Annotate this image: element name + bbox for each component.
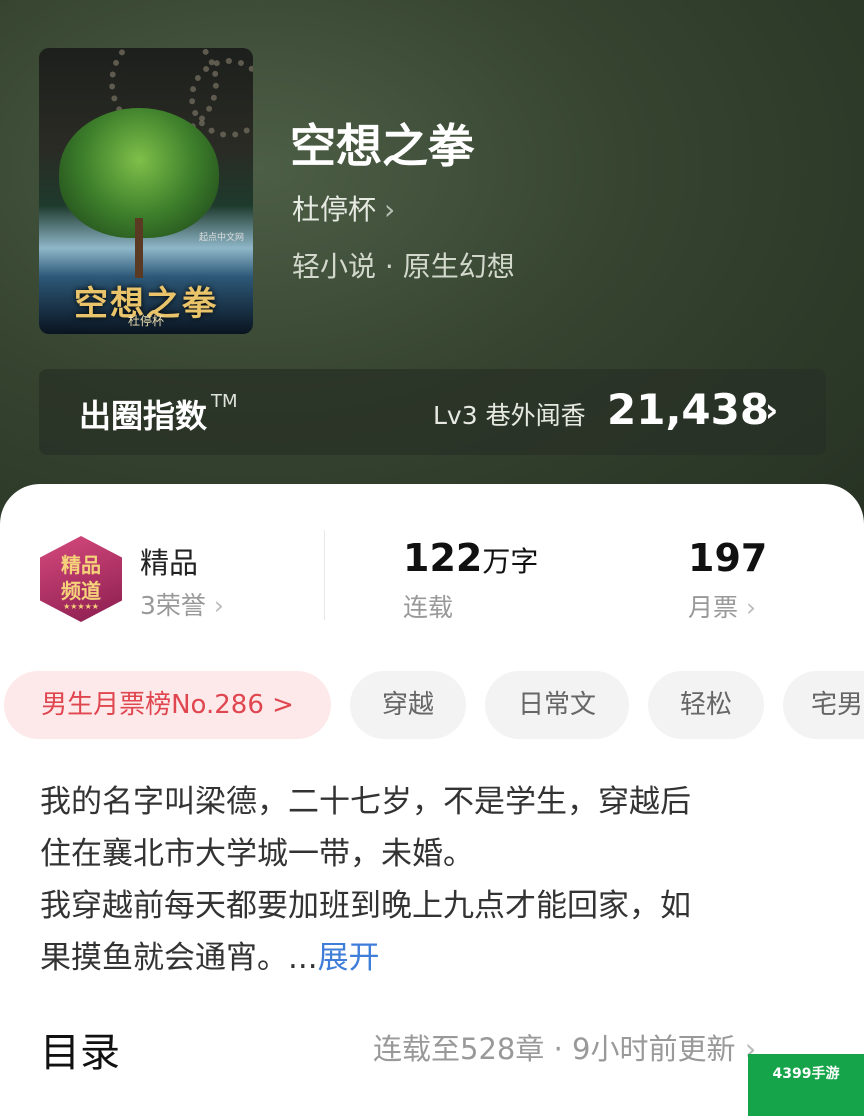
synopsis-line: 我穿越前每天都要加班到晚上九点才能回家，如 xyxy=(40,888,691,924)
toc-title[interactable]: 目录 xyxy=(40,1020,120,1078)
tag-item[interactable]: 轻松 xyxy=(648,671,764,739)
popularity-level: Lv3 巷外闻香 xyxy=(433,401,586,430)
honors-link[interactable]: 3荣誉 › xyxy=(140,586,224,622)
synopsis-line: 住在襄北市大学城一带，未婚。 xyxy=(40,836,474,872)
tag-item[interactable]: 穿越 xyxy=(350,671,466,739)
chevron-right-icon: › xyxy=(384,193,396,226)
popularity-index-label: 出圈指数 TM xyxy=(79,391,238,435)
tag-item[interactable]: 宅男 xyxy=(783,671,864,739)
book-synopsis[interactable]: 我的名字叫梁德，二十七岁，不是学生，穿越后 住在襄北市大学城一带，未婚。 我穿越… xyxy=(40,776,830,984)
monthly-ticket-count: 197 xyxy=(688,536,768,580)
book-genre: 轻小说 · 原生幻想 xyxy=(292,250,515,283)
badge-stars-icon: ★★★★★ xyxy=(63,602,99,611)
tag-item[interactable]: 日常文 xyxy=(485,671,629,739)
book-header: 起点中文网 空想之拳 杜停杯 空想之拳 杜停杯 › 轻小说 · 原生幻想 出圈指数… xyxy=(0,0,864,560)
watermark-logo: 4399手游 xyxy=(748,1054,864,1116)
word-count: 122万字 xyxy=(403,536,539,580)
author-link[interactable]: 杜停杯 › xyxy=(292,188,395,228)
author-name: 杜停杯 xyxy=(292,193,377,226)
quality-label[interactable]: 精品 xyxy=(140,540,198,582)
book-title: 空想之拳 xyxy=(290,119,474,173)
synopsis-line: 我的名字叫梁德，二十七岁，不是学生，穿越后 xyxy=(40,784,691,820)
badge-text: 精品 频道 xyxy=(61,553,101,603)
toc-status[interactable]: 连载至528章 · 9小时前更新 › xyxy=(373,1026,756,1068)
popularity-index-bar[interactable]: 出圈指数 TM Lv3 巷外闻香 21,438 › xyxy=(39,369,826,455)
monthly-ticket-link[interactable]: 月票 › xyxy=(688,588,756,624)
chevron-right-icon: › xyxy=(765,391,779,429)
cover-gear-art xyxy=(189,58,253,138)
chevron-right-icon: › xyxy=(213,591,224,620)
book-cover[interactable]: 起点中文网 空想之拳 杜停杯 xyxy=(39,48,253,334)
cover-trunk-art xyxy=(135,218,143,278)
book-detail-sheet: 精品 频道 ★★★★★ 精品 3荣誉 › 122万字 连载 197 月票 › 男生… xyxy=(0,484,864,1116)
tag-ranking[interactable]: 男生月票榜No.286 > xyxy=(4,671,331,739)
serial-status: 连载 xyxy=(403,593,454,622)
popularity-score: 21,438 xyxy=(607,385,770,434)
cover-author: 杜停杯 xyxy=(127,314,164,328)
stat-divider xyxy=(324,530,325,620)
expand-link[interactable]: 展开 xyxy=(318,940,380,976)
cover-publisher-logo: 起点中文网 xyxy=(199,233,245,243)
chevron-right-icon: › xyxy=(745,593,756,622)
trademark-mark: TM xyxy=(211,391,238,412)
word-unit: 万字 xyxy=(482,545,539,578)
quality-channel-badge-icon[interactable]: 精品 频道 ★★★★★ xyxy=(40,536,122,622)
synopsis-line: 果摸鱼就会通宵。... xyxy=(40,940,318,976)
